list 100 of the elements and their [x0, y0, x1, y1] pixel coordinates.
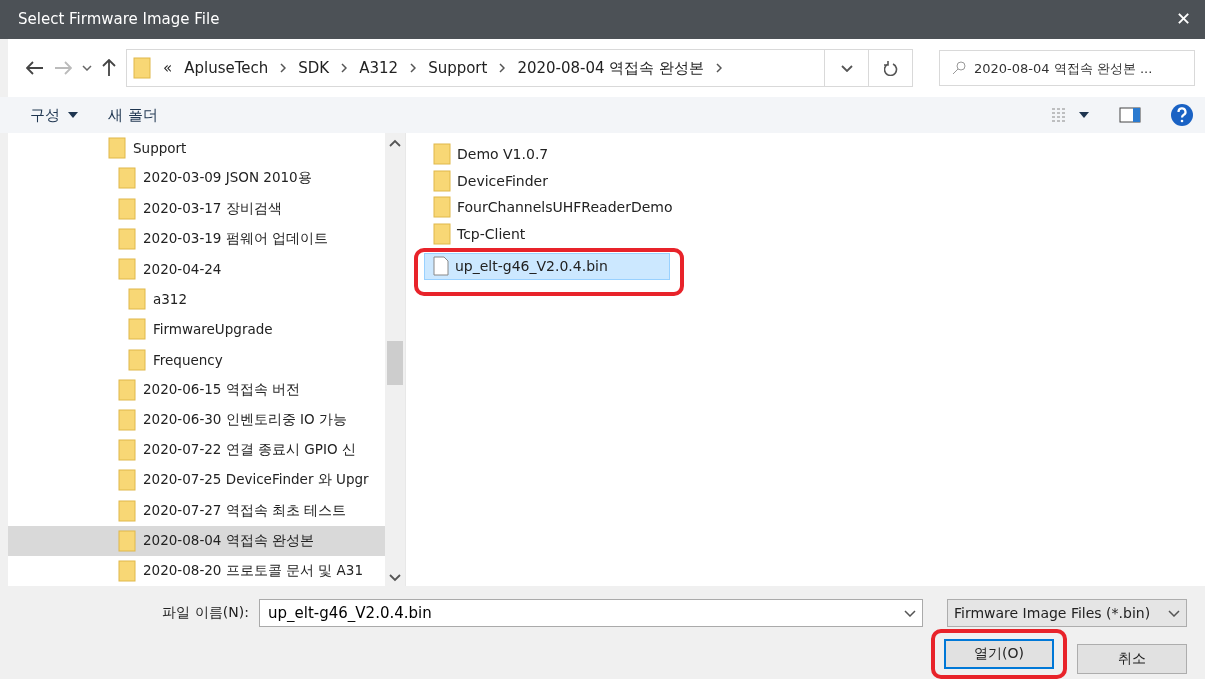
chevron-down-icon	[82, 65, 92, 72]
folder-name: 2020-06-30 인벤토리중 IO 가능	[143, 410, 347, 429]
file-item[interactable]: Demo V1.0.7	[424, 141, 670, 168]
organize-button[interactable]: 구성	[30, 105, 78, 125]
breadcrumb-overflow[interactable]: «	[163, 59, 173, 78]
tree-item[interactable]: FirmwareUpgrade	[8, 314, 385, 345]
filename-combo[interactable]: up_elt-g46_V2.0.4.bin	[259, 599, 923, 627]
breadcrumb[interactable]: A312	[359, 59, 399, 78]
tree-item[interactable]: Support	[8, 133, 385, 164]
recent-dropdown[interactable]	[82, 65, 92, 72]
tree-item[interactable]: 2020-07-22 연결 종료시 GPIO 신	[8, 435, 385, 466]
file-name: Tcp-Client	[457, 225, 526, 242]
search-box[interactable]: 2020-08-04 역접속 완성본 ...	[939, 50, 1195, 87]
help-button[interactable]	[1171, 104, 1193, 127]
folder-icon	[433, 143, 451, 166]
new-folder-button[interactable]: 새 폴더	[108, 105, 158, 125]
file-type-dropdown[interactable]: Firmware Image Files (*.bin)	[947, 599, 1187, 627]
view-options-button[interactable]	[1051, 107, 1089, 124]
tree-item[interactable]: 2020-07-25 DeviceFinder 와 Upgr	[8, 465, 385, 496]
folder-name: 2020-03-19 펌웨어 업데이트	[143, 229, 329, 248]
folder-name: 2020-07-27 역접속 최초 테스트	[143, 501, 347, 520]
folder-icon	[118, 227, 136, 250]
tree-item[interactable]: a312	[8, 284, 385, 315]
folder-name: 2020-03-09 JSON 2010용	[143, 169, 312, 188]
chevron-right-icon	[410, 62, 417, 73]
tree-item[interactable]: 2020-03-19 펌웨어 업데이트	[8, 223, 385, 254]
folder-icon	[118, 167, 136, 190]
forward-arrow-icon	[54, 61, 72, 76]
folder-name: a312	[153, 291, 188, 308]
file-item[interactable]: DeviceFinder	[424, 167, 670, 195]
folder-icon	[118, 469, 136, 492]
tree-item[interactable]: 2020-03-09 JSON 2010용	[8, 163, 385, 194]
file-item[interactable]: up_elt-g46_V2.0.4.bin	[424, 253, 670, 280]
folder-icon	[118, 499, 136, 522]
breadcrumb[interactable]: SDK	[298, 59, 330, 78]
scrollbar-thumb[interactable]	[387, 341, 403, 386]
chevron-right-icon	[280, 62, 287, 73]
tree-item[interactable]: 2020-08-04 역접속 완성본	[8, 525, 385, 556]
folder-name: 2020-06-15 역접속 버전	[143, 380, 301, 399]
open-button[interactable]: 열기(O)	[944, 639, 1054, 669]
folder-icon	[433, 169, 451, 192]
folder-name: Support	[133, 140, 187, 157]
folder-name: 2020-07-25 DeviceFinder 와 Upgr	[143, 471, 369, 490]
tree-item[interactable]: 2020-03-17 장비검색	[8, 193, 385, 224]
folder-name: 2020-08-04 역접속 완성본	[143, 531, 315, 550]
chevron-right-icon	[341, 62, 348, 73]
chevron-down-icon	[1168, 609, 1180, 617]
up-button[interactable]	[102, 59, 116, 78]
file-name: up_elt-g46_V2.0.4.bin	[455, 258, 608, 275]
chevron-down-icon	[840, 64, 853, 72]
folder-icon	[118, 408, 136, 431]
file-item[interactable]: Tcp-Client	[424, 220, 670, 248]
preview-pane-button[interactable]	[1119, 107, 1141, 124]
tree-item[interactable]: 2020-06-30 인벤토리중 IO 가능	[8, 404, 385, 436]
tree-item[interactable]: 2020-06-15 역접속 버전	[8, 374, 385, 405]
scroll-up-icon[interactable]	[389, 139, 401, 148]
tree-item[interactable]: Frequency	[8, 344, 385, 375]
help-icon	[1171, 104, 1193, 127]
folder-icon	[128, 288, 146, 311]
folder-name: 2020-04-24	[143, 261, 222, 278]
file-icon	[433, 256, 449, 277]
folder-icon	[118, 197, 136, 220]
file-name: Demo V1.0.7	[457, 146, 549, 163]
tree-item[interactable]: 2020-04-24	[8, 253, 385, 285]
folder-name: 2020-07-22 연결 종료시 GPIO 신	[143, 441, 356, 460]
folder-name: Frequency	[153, 351, 223, 368]
filename-field[interactable]: up_elt-g46_V2.0.4.bin	[266, 603, 904, 623]
cancel-button[interactable]: 취소	[1077, 644, 1187, 674]
folder-icon	[118, 258, 136, 281]
folder-icon	[433, 222, 451, 245]
chevron-right-icon	[499, 62, 506, 73]
close-button[interactable]: ✕	[1172, 8, 1195, 31]
folder-icon	[433, 196, 451, 219]
folder-icon	[108, 137, 126, 160]
tree-item[interactable]: 2020-07-27 역접속 최초 테스트	[8, 495, 385, 526]
breadcrumb[interactable]: ApluseTech	[184, 59, 269, 78]
breadcrumb[interactable]: 2020-08-04 역접속 완성본	[517, 58, 705, 78]
window-title: Select Firmware Image File	[18, 10, 220, 29]
folder-icon	[118, 439, 136, 462]
search-icon	[952, 61, 966, 76]
tree-item[interactable]: 2020-08-20 프로토콜 문서 및 A31	[8, 555, 385, 586]
refresh-icon	[883, 60, 898, 77]
folder-icon	[118, 559, 136, 582]
file-name: DeviceFinder	[457, 172, 548, 189]
folder-icon	[118, 378, 136, 401]
folder-icon	[128, 318, 146, 341]
pane-icon	[1119, 107, 1141, 124]
up-arrow-icon	[102, 59, 116, 78]
back-button[interactable]	[26, 61, 44, 76]
address-bar[interactable]: « ApluseTech SDK A312 Support 2020-08-04 역접속 완성본	[126, 49, 913, 88]
caret-icon	[1079, 112, 1089, 119]
back-arrow-icon	[26, 61, 44, 76]
scroll-down-icon[interactable]	[389, 574, 401, 582]
chevron-right-icon	[716, 62, 723, 73]
folder-icon	[133, 57, 151, 80]
breadcrumb[interactable]: Support	[428, 59, 488, 78]
chevron-down-icon	[904, 609, 916, 617]
file-item[interactable]: FourChannelsUHFReaderDemo	[424, 194, 682, 221]
folder-name: 2020-03-17 장비검색	[143, 199, 282, 218]
folder-icon	[128, 348, 146, 371]
